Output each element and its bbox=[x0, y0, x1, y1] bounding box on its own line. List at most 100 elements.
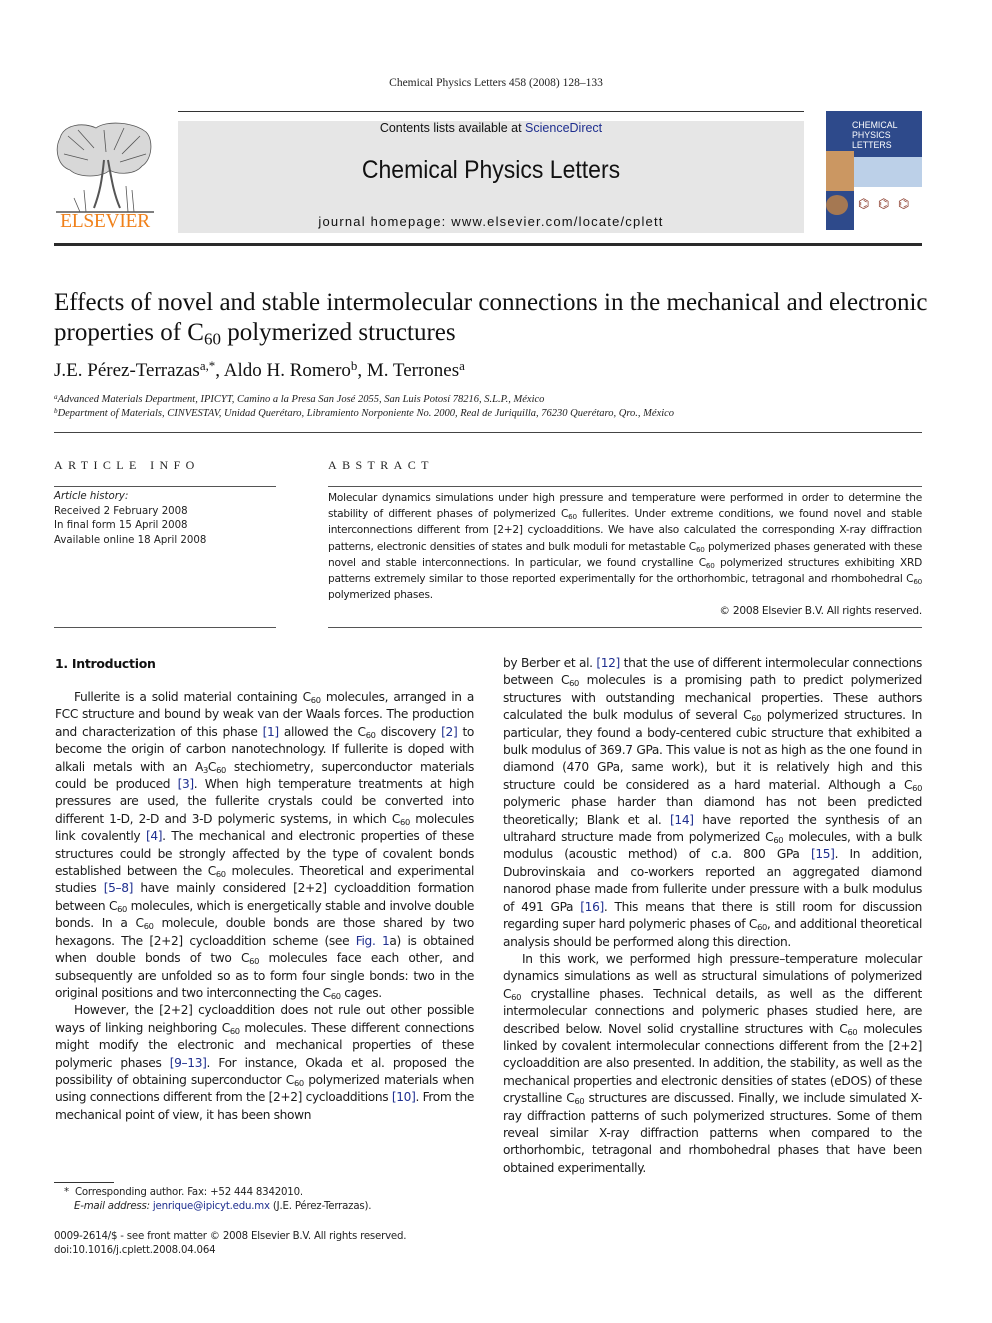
cover-title: CHEMICAL PHYSICS LETTERS bbox=[852, 120, 897, 150]
abstract-heading: ABSTRACT bbox=[328, 458, 434, 472]
author-name[interactable]: M. Terrones bbox=[367, 360, 459, 381]
author-list: J.E. Pérez-Terrazasa,*, Aldo H. Romerob,… bbox=[54, 358, 465, 382]
paragraph-text: C bbox=[207, 759, 217, 774]
subscript: 60 bbox=[365, 729, 376, 740]
citation-link[interactable]: [2] bbox=[441, 725, 458, 739]
subscript: 60 bbox=[568, 512, 577, 521]
email-label: E-mail address: bbox=[74, 1201, 150, 1212]
footnote-divider bbox=[54, 1182, 114, 1183]
article-history: Article history: Received 2 February 200… bbox=[54, 490, 206, 548]
section-heading-introduction: 1. Introduction bbox=[55, 656, 156, 671]
article-info-heading: ARTICLE INFO bbox=[54, 458, 200, 472]
footnote-text: Corresponding author. Fax: +52 444 83420… bbox=[74, 1187, 303, 1198]
masthead-divider bbox=[54, 243, 922, 246]
footnote-email: E-mail address: jenrique@ipicyt.edu.mx (… bbox=[74, 1201, 371, 1212]
author-affiliation-mark[interactable]: a bbox=[459, 358, 465, 373]
cover-title-line: CHEMICAL bbox=[852, 120, 898, 130]
abstract-body: Molecular dynamics simulations under hig… bbox=[328, 490, 922, 620]
author-name[interactable]: Aldo H. Romero bbox=[224, 360, 351, 381]
title-text: polymerized structures bbox=[220, 319, 456, 346]
footnote-corresponding-author: * Corresponding author. Fax: +52 444 834… bbox=[64, 1187, 303, 1198]
citation-link[interactable]: [14] bbox=[670, 813, 694, 827]
subscript: 60 bbox=[511, 991, 522, 1002]
paragraph: Fullerite is a solid material containing… bbox=[55, 689, 474, 1002]
subscript: 60 bbox=[913, 576, 922, 586]
email-link[interactable]: jenrique@ipicyt.edu.mx bbox=[153, 1201, 270, 1212]
article-info-divider bbox=[54, 627, 276, 628]
affiliation-text: Advanced Materials Department, IPICYT, C… bbox=[57, 394, 545, 405]
abstract-paragraph: Molecular dynamics simulations under hig… bbox=[328, 490, 922, 603]
paragraph-text: cages. bbox=[340, 985, 382, 1000]
abstract-divider bbox=[328, 627, 922, 628]
title-subscript: 60 bbox=[203, 329, 221, 349]
doi-link[interactable]: doi:10.1016/j.cplett.2008.04.064 bbox=[54, 1245, 216, 1256]
subscript: 60 bbox=[310, 695, 321, 706]
citation-link[interactable]: [10] bbox=[392, 1090, 416, 1104]
body-column-right: by Berber et al. [12] that the use of di… bbox=[503, 655, 922, 1177]
subscript: 60 bbox=[229, 1025, 240, 1036]
top-rule bbox=[178, 111, 804, 112]
paragraph: by Berber et al. [12] that the use of di… bbox=[503, 655, 922, 951]
sciencedirect-link[interactable]: ScienceDirect bbox=[525, 121, 602, 135]
citation-link[interactable]: [4] bbox=[146, 829, 163, 843]
subscript: 60 bbox=[757, 922, 767, 933]
cover-decoration bbox=[826, 195, 848, 215]
cover-title-line: PHYSICS bbox=[852, 130, 891, 140]
citation-link[interactable]: [16] bbox=[580, 900, 604, 914]
footnote-mark: * bbox=[64, 1187, 69, 1198]
history-label: Article history: bbox=[54, 491, 129, 502]
body-column-left: Fullerite is a solid material containing… bbox=[55, 689, 474, 1124]
elsevier-wordmark: ELSEVIER bbox=[60, 211, 150, 232]
subscript: 60 bbox=[705, 560, 715, 570]
front-matter-notice: 0009-2614/$ - see front matter © 2008 El… bbox=[54, 1231, 407, 1242]
subscript: 60 bbox=[215, 869, 226, 880]
cover-decoration bbox=[826, 151, 854, 191]
subscript: 60 bbox=[773, 835, 784, 846]
paragraph: In this work, we performed high pressure… bbox=[503, 951, 922, 1177]
figure-reference-link[interactable]: Fig. 1 bbox=[356, 934, 390, 948]
journal-name: Chemical Physics Letters bbox=[361, 156, 621, 184]
subscript: 60 bbox=[249, 956, 260, 967]
subscript: 60 bbox=[751, 713, 762, 724]
paragraph-text: by Berber et al. bbox=[503, 656, 597, 670]
citation-link[interactable]: [12] bbox=[596, 656, 620, 670]
history-received: Received 2 February 2008 bbox=[54, 505, 188, 517]
email-suffix: (J.E. Pérez-Terrazas). bbox=[269, 1201, 372, 1212]
subscript: 60 bbox=[847, 1026, 858, 1037]
history-final-form: In final form 15 April 2008 bbox=[54, 520, 188, 531]
citation-link[interactable]: [1] bbox=[263, 725, 280, 739]
cover-panel-top bbox=[854, 157, 922, 187]
subscript: 60 bbox=[293, 1078, 304, 1088]
title-divider bbox=[54, 432, 922, 433]
molecule-icon: ⌬ bbox=[878, 197, 890, 212]
molecule-icon: ⌬ bbox=[858, 197, 870, 212]
journal-cover-image[interactable]: CHEMICAL PHYSICS LETTERS ⌬ ⌬ ⌬ bbox=[826, 111, 922, 230]
paragraph-text: Fullerite is a solid material containing… bbox=[74, 690, 311, 704]
subscript: 60 bbox=[574, 1096, 585, 1107]
subscript: 60 bbox=[216, 764, 226, 775]
subscript: 60 bbox=[569, 678, 579, 689]
author-affiliation-mark[interactable]: a,* bbox=[200, 358, 215, 373]
author-separator: , bbox=[357, 360, 367, 381]
article-title: Effects of novel and stable intermolecul… bbox=[54, 288, 934, 348]
citation-link[interactable]: [9–13] bbox=[170, 1056, 207, 1070]
title-text: Effects of novel and stable intermolecul… bbox=[54, 289, 928, 346]
molecule-icon: ⌬ bbox=[898, 197, 910, 212]
citation-link[interactable]: [15] bbox=[811, 847, 835, 861]
history-available-online: Available online 18 April 2008 bbox=[54, 534, 207, 546]
abstract-copyright: © 2008 Elsevier B.V. All rights reserved… bbox=[719, 605, 922, 618]
citation-link[interactable]: [5–8] bbox=[104, 881, 134, 895]
citation-link[interactable]: [3] bbox=[178, 777, 195, 791]
subscript: 60 bbox=[330, 990, 341, 1001]
affiliation-text: Department of Materials, CINVESTAV, Unid… bbox=[57, 408, 675, 419]
abstract-divider bbox=[328, 486, 922, 487]
affiliation: aAdvanced Materials Department, IPICYT, … bbox=[54, 393, 545, 405]
author-name[interactable]: J.E. Pérez-Terrazas bbox=[54, 360, 200, 381]
article-info-divider bbox=[54, 486, 276, 487]
journal-homepage-link[interactable]: journal homepage: www.elsevier.com/locat… bbox=[178, 214, 804, 229]
paragraph: However, the [2+2] cycloaddition does no… bbox=[55, 1002, 474, 1124]
subscript: 60 bbox=[912, 782, 922, 793]
subscript: 60 bbox=[117, 903, 127, 914]
paragraph-text: allowed the C bbox=[278, 724, 366, 739]
cover-title-line: LETTERS bbox=[852, 140, 892, 150]
